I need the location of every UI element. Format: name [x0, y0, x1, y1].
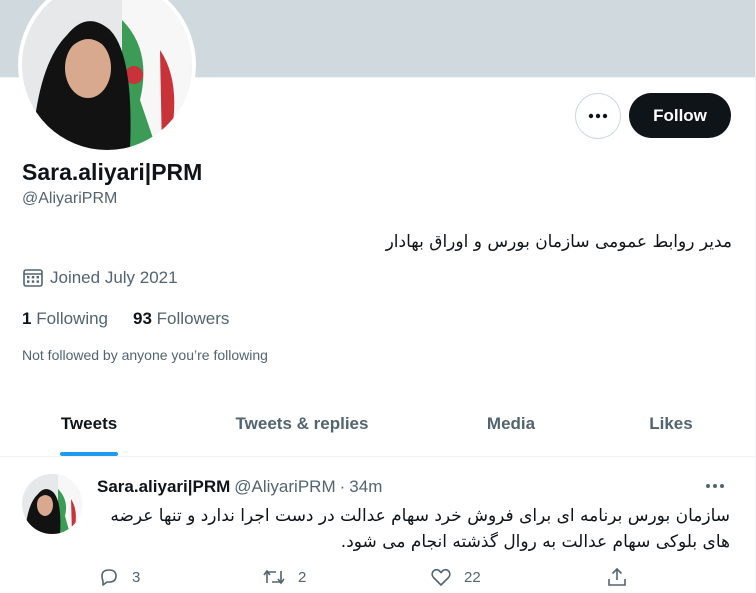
followers-link[interactable]: 93 Followers: [133, 309, 229, 329]
followers-count: 93: [133, 309, 152, 328]
retweet-button[interactable]: 2: [262, 566, 306, 588]
joined-date: Joined July 2021: [22, 268, 178, 288]
reply-icon: [101, 569, 117, 586]
tweet-separator: ·: [339, 477, 346, 496]
following-link[interactable]: 1 Following: [22, 309, 108, 329]
heart-icon: [431, 568, 451, 586]
profile-bio: مدیر روابط عمومی سازمان بورس و اوراق بها…: [385, 232, 732, 252]
retweet-icon: [263, 569, 285, 585]
follow-button[interactable]: Follow: [629, 93, 731, 138]
profile-tabs: Tweets Tweets & replies Media Likes: [0, 396, 755, 457]
tab-tweets-and-replies[interactable]: Tweets & replies: [178, 396, 426, 456]
reply-count: 3: [132, 568, 141, 586]
tweet-header: Sara.aliyari|PRM @AliyariPRM · 34m: [97, 477, 382, 497]
tweet-more-button[interactable]: [704, 477, 726, 500]
like-button[interactable]: 22: [430, 566, 481, 588]
tweet-actions: 3 2 22: [0, 566, 756, 590]
like-count: 22: [464, 568, 481, 586]
more-dots-icon: [706, 484, 724, 488]
joined-text: Joined July 2021: [50, 268, 178, 287]
following-count: 1: [22, 309, 32, 328]
tweet-avatar[interactable]: [22, 474, 82, 534]
calendar-icon: [23, 269, 43, 287]
profile-avatar[interactable]: [18, 0, 196, 154]
profile-handle: @AliyariPRM: [22, 190, 118, 207]
more-dots-icon: [588, 113, 608, 119]
profile-avatar-container[interactable]: [18, 0, 196, 155]
tweet-author-name[interactable]: Sara.aliyari|PRM: [97, 477, 230, 497]
tab-tweets[interactable]: Tweets: [0, 396, 178, 456]
tab-likes[interactable]: Likes: [596, 396, 746, 456]
more-options-button[interactable]: [575, 93, 621, 139]
share-icon: [608, 567, 626, 586]
profile-display-name: Sara.aliyari|PRM: [22, 159, 203, 185]
follow-counts: 1 Following 93 Followers: [22, 309, 254, 329]
tab-media[interactable]: Media: [426, 396, 596, 456]
tweet-author-handle[interactable]: @AliyariPRM: [234, 477, 335, 497]
reply-button[interactable]: 3: [98, 566, 140, 588]
retweet-count: 2: [298, 568, 307, 586]
tweet-timestamp[interactable]: 34m: [349, 477, 382, 497]
following-label: Following: [36, 309, 109, 328]
share-button[interactable]: [606, 566, 640, 588]
followers-label: Followers: [156, 309, 230, 328]
not-followed-notice: Not followed by anyone you’re following: [22, 347, 268, 363]
tweet-text: سازمان بورس برنامه ای برای فروش خرد سهام…: [110, 506, 730, 552]
